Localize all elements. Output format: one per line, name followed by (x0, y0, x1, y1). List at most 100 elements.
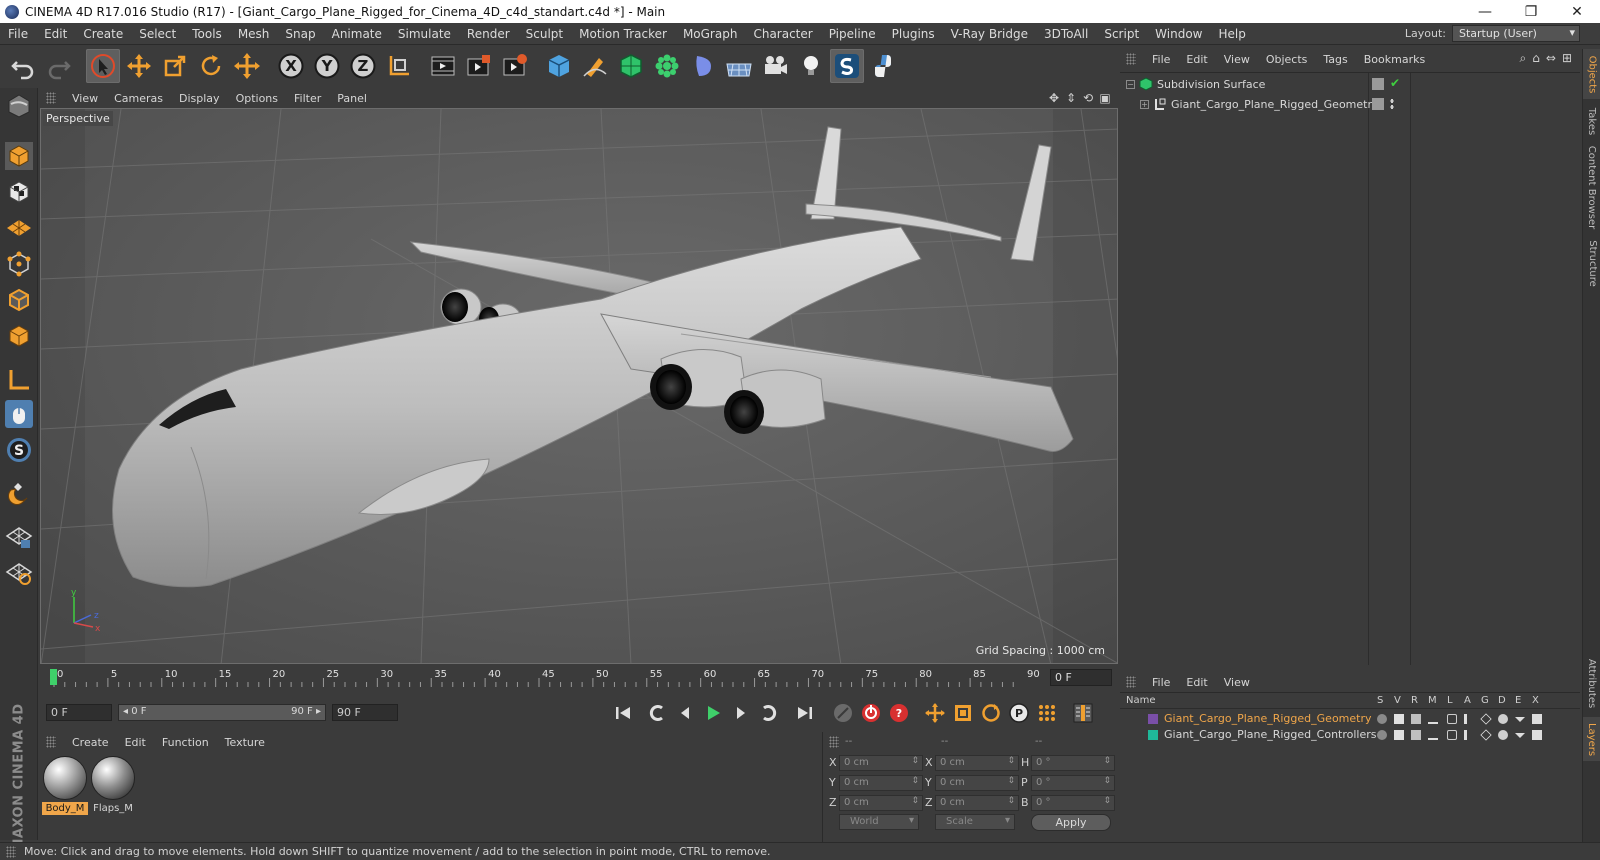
tab-structure[interactable]: Structure (1583, 235, 1600, 291)
live-selection-icon[interactable] (86, 49, 120, 83)
view-toggle-icon[interactable] (1394, 714, 1404, 724)
deformers-toggle-icon[interactable] (1498, 730, 1508, 740)
menu-file[interactable]: File (0, 27, 36, 41)
coordinate-system-dropdown[interactable]: World (839, 814, 919, 830)
key-parameter-icon[interactable]: P (1006, 700, 1032, 726)
next-frame-icon[interactable] (728, 700, 754, 726)
layer-color-swatch[interactable] (1148, 730, 1158, 740)
layer-menu-edit[interactable]: Edit (1178, 676, 1215, 689)
make-editable-icon[interactable] (3, 90, 35, 122)
tab-layers[interactable]: Layers (1583, 717, 1600, 761)
object-menu-objects[interactable]: Objects (1258, 53, 1316, 66)
material-menu-texture[interactable]: Texture (217, 736, 273, 749)
next-keyframe-icon[interactable] (756, 700, 782, 726)
edges-mode-icon[interactable] (3, 284, 35, 316)
tab-content-browser[interactable]: Content Browser (1583, 143, 1600, 231)
menu-3dtoall[interactable]: 3DToAll (1036, 27, 1096, 41)
cube-icon[interactable] (542, 49, 576, 83)
grip-icon[interactable] (1126, 53, 1136, 65)
polygons-mode-icon[interactable] (3, 320, 35, 352)
menu-character[interactable]: Character (745, 27, 820, 41)
material-menu-function[interactable]: Function (154, 736, 217, 749)
tab-attributes[interactable]: Attributes (1583, 653, 1600, 713)
menu-window[interactable]: Window (1147, 27, 1210, 41)
render-visibility-dots[interactable] (1390, 98, 1394, 110)
column-expressions[interactable]: E (1515, 695, 1521, 706)
menu-vray-bridge[interactable]: V-Ray Bridge (943, 27, 1036, 41)
play-forward-icon[interactable] (700, 700, 726, 726)
key-point-level-icon[interactable] (1034, 700, 1060, 726)
snap-magnet-icon[interactable] (3, 478, 35, 510)
record-active-objects-icon[interactable] (858, 700, 884, 726)
arrows-icon[interactable]: ⇔ (1546, 51, 1556, 66)
render-picture-viewer-icon[interactable] (462, 49, 496, 83)
layer-color-swatch[interactable] (1148, 714, 1158, 724)
column-locked[interactable]: L (1447, 695, 1453, 706)
expressions-toggle-icon[interactable] (1515, 717, 1525, 722)
object-row-plane-geometry[interactable]: + Giant_Cargo_Plane_Rigged_Geometry (1120, 94, 1580, 114)
timeline[interactable]: 0 5 10 15 20 25 30 35 40 45 50 55 60 65 70 75 80 85 90 0 F (40, 666, 1118, 688)
rot-b-field[interactable]: 0 ° (1031, 795, 1115, 811)
size-z-field[interactable]: 0 cm (935, 795, 1019, 811)
tab-objects[interactable]: Objects (1583, 49, 1600, 99)
timeline-window-icon[interactable] (1070, 700, 1096, 726)
previous-keyframe-icon[interactable] (644, 700, 670, 726)
expressions-toggle-icon[interactable] (1515, 733, 1525, 738)
size-mode-dropdown[interactable]: Scale (935, 814, 1015, 830)
pan-icon[interactable]: ✥ (1047, 91, 1061, 105)
pos-y-field[interactable]: 0 cm (839, 775, 923, 791)
texture-mode-icon[interactable] (3, 176, 35, 208)
edit-render-settings-icon[interactable] (498, 49, 532, 83)
tweak-mode-icon[interactable] (3, 398, 35, 430)
playhead-marker[interactable] (50, 669, 57, 685)
grip-icon[interactable] (46, 92, 56, 104)
column-animation[interactable]: A (1464, 695, 1471, 706)
move-icon[interactable] (122, 49, 156, 83)
sculpt-icon[interactable] (830, 49, 864, 83)
cloner-icon[interactable] (650, 49, 684, 83)
viewport-menu-cameras[interactable]: Cameras (106, 92, 171, 105)
pen-icon[interactable] (578, 49, 612, 83)
grip-icon[interactable] (46, 736, 56, 748)
go-to-start-icon[interactable] (610, 700, 636, 726)
layer-row-geometry[interactable]: Giant_Cargo_Plane_Rigged_Geometry (1120, 711, 1580, 727)
animation-toggle-icon[interactable] (1464, 730, 1467, 740)
object-row-subdivision-surface[interactable]: − Subdivision Surface ✔ (1120, 74, 1580, 94)
apply-button[interactable]: Apply (1031, 814, 1111, 831)
subdivision-icon[interactable] (614, 49, 648, 83)
menu-render[interactable]: Render (459, 27, 518, 41)
locked-workplane-icon[interactable] (3, 520, 35, 552)
undo-icon[interactable] (6, 49, 40, 83)
light-icon[interactable] (794, 49, 828, 83)
autokeying-icon[interactable]: ? (886, 700, 912, 726)
solo-mode-icon[interactable]: S (3, 434, 35, 466)
column-deformers[interactable]: D (1498, 695, 1506, 706)
last-tool-icon[interactable] (230, 49, 264, 83)
column-name[interactable]: Name (1126, 695, 1156, 706)
object-menu-tags[interactable]: Tags (1315, 53, 1355, 66)
render-view-icon[interactable] (426, 49, 460, 83)
viewport-menu-view[interactable]: View (64, 92, 106, 105)
axis-mode-icon[interactable] (3, 364, 35, 396)
column-manager[interactable]: M (1428, 695, 1437, 706)
solo-toggle-icon[interactable] (1377, 714, 1387, 724)
menu-mograph[interactable]: MoGraph (675, 27, 746, 41)
layer-row-controllers[interactable]: Giant_Cargo_Plane_Rigged_Controllers (1120, 727, 1580, 743)
material-menu-edit[interactable]: Edit (117, 736, 154, 749)
menu-motion-tracker[interactable]: Motion Tracker (571, 27, 675, 41)
size-y-field[interactable]: 0 cm (935, 775, 1019, 791)
viewport-camera-label[interactable]: Perspective (43, 111, 113, 126)
layout-dropdown[interactable]: Startup (User) (1452, 25, 1580, 42)
xref-toggle-icon[interactable] (1532, 714, 1542, 724)
scale-icon[interactable] (158, 49, 192, 83)
perspective-viewport[interactable]: y z x Perspective Grid Spacing : 1000 cm (40, 108, 1118, 664)
column-generators[interactable]: G (1481, 695, 1489, 706)
view-toggle-icon[interactable] (1394, 730, 1404, 740)
y-axis-icon[interactable]: Y (310, 49, 344, 83)
camera-icon[interactable] (758, 49, 792, 83)
redo-icon[interactable] (42, 49, 76, 83)
pos-z-field[interactable]: 0 cm (839, 795, 923, 811)
orbit-icon[interactable]: ⟲ (1081, 91, 1095, 105)
workplane-mode-icon[interactable] (3, 212, 35, 244)
generators-toggle-icon[interactable] (1480, 729, 1492, 741)
